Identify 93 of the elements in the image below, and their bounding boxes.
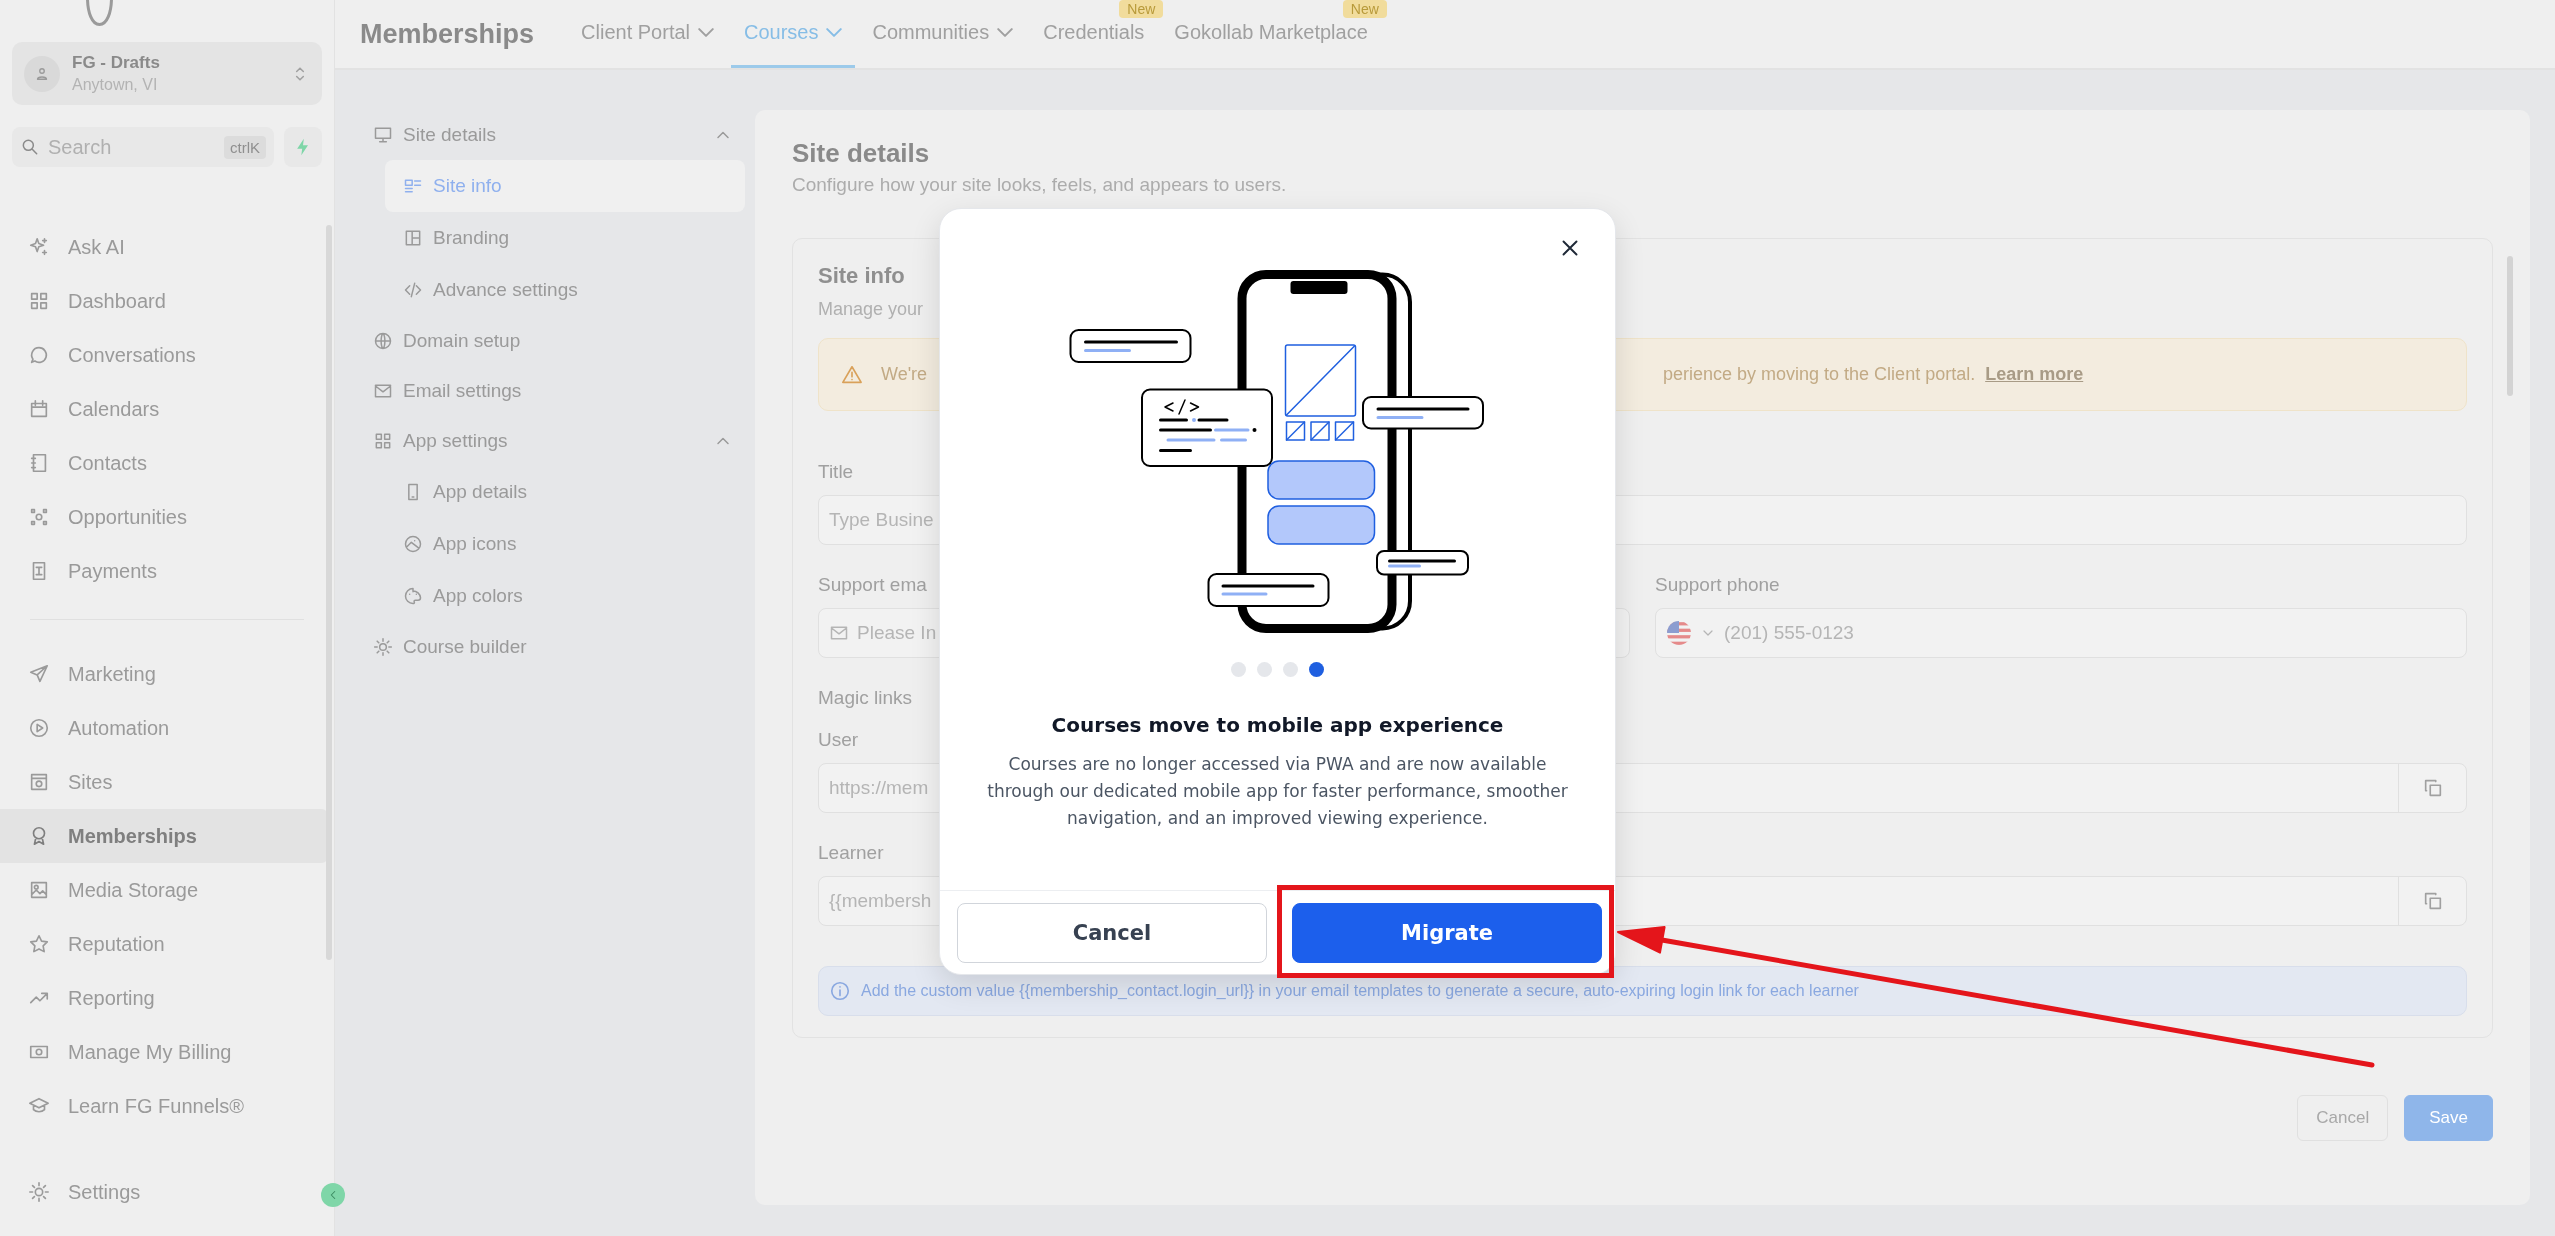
sidebar-item[interactable]: Opportunities	[0, 490, 329, 544]
star-icon	[28, 933, 50, 955]
field-label: Title	[818, 461, 855, 483]
cancel-button[interactable]: Cancel	[957, 903, 1267, 963]
nav-tab[interactable]: Communities	[859, 0, 1027, 68]
palette-icon	[403, 586, 423, 606]
settings-nav-item[interactable]: App colors	[385, 570, 745, 622]
info-text: Add the custom value {{membership_contact.login_url}} in your email templates to generate a secure, auto-expiring login link for each learner	[861, 982, 1859, 1000]
field-value: https://mem	[829, 777, 929, 799]
nav-group-header[interactable]: App settings	[365, 416, 745, 466]
field-value: {{membersh	[829, 890, 932, 912]
sidebar-item[interactable]: Ask AI	[0, 220, 329, 274]
shortcut-hint: ctrlK	[224, 135, 266, 159]
info-icon	[829, 980, 851, 1002]
card-description: Manage your	[818, 299, 925, 320]
search-field[interactable]: Search ctrlK	[12, 127, 274, 167]
grid-icon	[28, 290, 50, 312]
carousel-dot[interactable]	[1257, 662, 1272, 677]
sidebar-item[interactable]: Manage My Billing	[0, 1025, 329, 1079]
sidebar-item[interactable]: Payments	[0, 544, 329, 598]
section-title: Site details	[792, 138, 931, 169]
sidebar-item[interactable]: Sites	[0, 755, 329, 809]
warning-text: perience by moving to the Client portal.	[1663, 364, 1976, 384]
field-placeholder: Type Busine	[829, 509, 934, 531]
grid-icon	[373, 431, 393, 451]
field-label: Support phone	[1655, 574, 1781, 596]
card-title: Site info	[818, 263, 906, 289]
id-card-icon	[403, 176, 423, 196]
sidebar-item[interactable]: Reporting	[0, 971, 329, 1025]
field-label: User	[818, 729, 860, 751]
image-icon	[403, 534, 423, 554]
browser-window-icon	[28, 771, 50, 793]
ai-action-button[interactable]	[284, 127, 322, 167]
logo-icon	[86, 0, 113, 26]
calendar-icon	[28, 398, 50, 420]
image-icon	[28, 879, 50, 901]
learn-more-link[interactable]: Learn more	[1985, 364, 2084, 384]
section-subtitle: Configure how your site looks, feels, and appears to users.	[792, 174, 1288, 196]
carousel-dot[interactable]	[1309, 662, 1324, 677]
save-button[interactable]: Save	[2404, 1095, 2493, 1141]
settings-nav-item[interactable]: Advance settings	[385, 264, 745, 316]
sidebar-item[interactable]: Contacts	[0, 436, 329, 490]
sidebar-item[interactable]: Conversations	[0, 328, 329, 382]
settings-nav-item[interactable]: App details	[385, 466, 745, 518]
sidebar-item[interactable]: Automation	[0, 701, 329, 755]
field-label: Magic links	[818, 687, 913, 709]
nodes-icon	[28, 506, 50, 528]
collapse-button[interactable]	[321, 1183, 345, 1207]
dialog-title: Courses move to mobile app experience	[1051, 713, 1504, 737]
search-placeholder: Search	[48, 135, 112, 159]
chat-bubble-icon	[28, 344, 50, 366]
sidebar-item[interactable]: Memberships	[0, 809, 329, 863]
monitor-icon	[373, 125, 393, 145]
settings-nav-item[interactable]: Course builder	[365, 622, 745, 672]
cancel-button[interactable]: Cancel	[2297, 1095, 2389, 1141]
page-title: Memberships	[360, 18, 535, 50]
code-icon	[403, 280, 423, 300]
warning-text: We're	[881, 364, 929, 385]
field-label: Support ema	[818, 574, 928, 596]
mail-icon	[373, 381, 393, 401]
sidebar-item[interactable]: Marketing	[0, 647, 329, 701]
settings-nav-item[interactable]: Domain setup	[365, 316, 745, 366]
sidebar-item[interactable]: Dashboard	[0, 274, 329, 328]
sidebar-item[interactable]: Settings	[0, 1165, 329, 1219]
warning-icon	[841, 363, 863, 386]
settings-nav-item[interactable]: Branding	[385, 212, 745, 264]
globe-icon	[373, 331, 393, 351]
carousel-dot[interactable]	[1283, 662, 1298, 677]
nav-group-header[interactable]: Site details	[365, 110, 745, 160]
sidebar-item[interactable]: Learn FG Funnels®	[0, 1079, 329, 1133]
field-placeholder: Please In	[857, 622, 937, 644]
nav-tab[interactable]: Client Portal	[568, 0, 727, 68]
account-name: FG - Drafts	[72, 53, 160, 73]
sparkle-icon	[28, 236, 50, 258]
field-label: Learner	[818, 842, 885, 864]
migrate-button[interactable]: Migrate	[1292, 903, 1602, 963]
new-badge: New	[1342, 0, 1387, 18]
sidebar-item[interactable]: Media Storage	[0, 863, 329, 917]
search-icon	[20, 137, 40, 157]
new-badge: New	[1119, 0, 1164, 18]
sidebar-item[interactable]: Reputation	[0, 917, 329, 971]
layout-icon	[403, 228, 423, 248]
settings-nav-item[interactable]: Email settings	[365, 366, 745, 416]
settings-nav-item[interactable]: App icons	[385, 518, 745, 570]
mail-icon	[829, 623, 849, 643]
flag-icon	[1666, 620, 1692, 646]
field-placeholder: (201) 555-0123	[1724, 622, 1854, 644]
nav-tab[interactable]: Courses	[731, 0, 856, 68]
sidebar-item[interactable]: Calendars	[0, 382, 329, 436]
paper-plane-icon	[28, 663, 50, 685]
carousel-dot[interactable]	[1231, 662, 1246, 677]
settings-nav-item[interactable]: Site info	[385, 160, 745, 212]
phone-input-field[interactable]: (201) 555-0123	[1655, 608, 2467, 658]
